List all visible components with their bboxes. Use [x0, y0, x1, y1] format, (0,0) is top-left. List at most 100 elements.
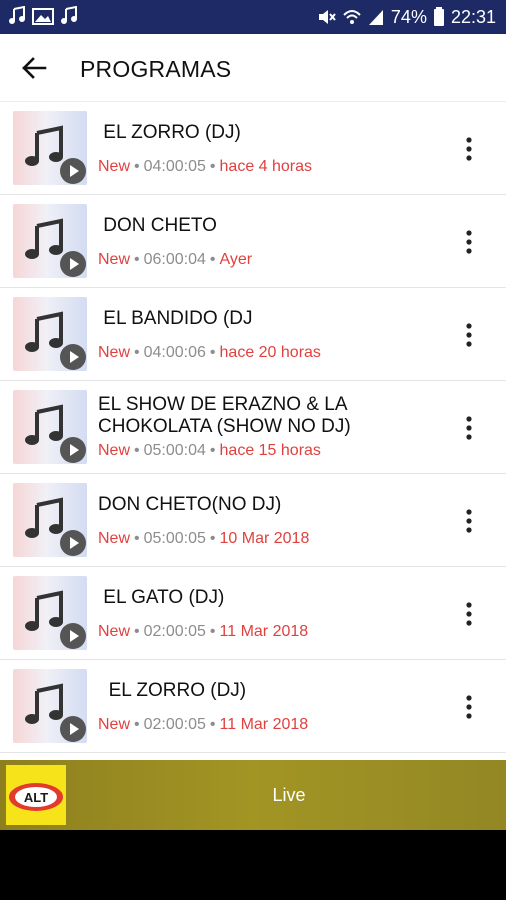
notification-icons	[8, 6, 84, 26]
program-meta: New • 02:00:05 • 11 Mar 2018	[98, 623, 308, 641]
new-badge: New	[98, 716, 131, 733]
more-options-button[interactable]	[454, 504, 484, 538]
program-date: hace 4 horas	[219, 158, 313, 175]
separator-dot: •	[209, 344, 216, 361]
program-thumbnail	[13, 576, 87, 650]
more-options-button[interactable]	[454, 597, 484, 631]
more-options-button[interactable]	[454, 225, 484, 259]
separator-dot: •	[134, 344, 140, 361]
program-title: EL GATO (DJ)	[98, 587, 225, 608]
system-indicators: 74% 22:31	[311, 6, 496, 28]
page-title: PROGRAMAS	[80, 56, 232, 82]
more-options-button[interactable]	[454, 690, 484, 724]
separator-dot: •	[209, 442, 216, 459]
new-badge: New	[98, 530, 131, 547]
list-item[interactable]: DON CHETO(NO DJ) New • 05:00:05 • 10 Mar 201…	[0, 474, 506, 567]
program-date: 11 Mar 2018	[219, 716, 309, 733]
more-vert-icon	[466, 230, 472, 254]
play-icon[interactable]	[59, 529, 87, 557]
list-item[interactable]: EL ZORRO (DJ) New • 02:00:05 • 11 Mar 2018	[0, 660, 506, 753]
more-options-button[interactable]	[454, 411, 484, 445]
program-thumbnail	[13, 297, 87, 371]
play-icon[interactable]	[59, 622, 87, 650]
separator-dot: •	[134, 442, 140, 459]
more-vert-icon	[466, 695, 472, 719]
separator-dot: •	[134, 158, 140, 175]
program-duration: 05:00:05	[143, 530, 206, 547]
new-badge: New	[98, 623, 131, 640]
separator-dot: •	[209, 623, 216, 640]
play-icon[interactable]	[59, 436, 87, 464]
navigation-bar-area	[0, 830, 506, 900]
program-thumbnail	[13, 483, 87, 557]
new-badge: New	[98, 158, 131, 175]
play-icon[interactable]	[59, 715, 87, 743]
play-icon[interactable]	[59, 157, 87, 185]
mute-icon	[318, 10, 336, 24]
program-title: DON CHETO	[98, 215, 217, 236]
separator-dot: •	[134, 530, 140, 547]
program-meta: New • 02:00:05 • 11 Mar 2018	[98, 716, 308, 734]
program-date: hace 20 horas	[219, 344, 321, 361]
clock: 22:31	[450, 6, 496, 27]
program-duration: 06:00:04	[143, 251, 206, 268]
program-duration: 02:00:05	[143, 623, 206, 640]
program-title: DON CHETO(NO DJ)	[98, 494, 282, 515]
program-title: EL ZORRO (DJ)	[98, 680, 247, 701]
program-thumbnail	[13, 204, 87, 278]
battery-icon	[433, 7, 444, 26]
status-bar: 74% 22:31	[0, 0, 506, 34]
now-playing-bar[interactable]: ALT Live	[0, 760, 506, 830]
program-meta: New • 04:00:06 • hace 20 horas	[98, 344, 321, 362]
more-options-button[interactable]	[454, 132, 484, 166]
program-list: EL ZORRO (DJ) New • 04:00:05 • hace 4 horas …	[0, 102, 506, 753]
new-badge: New	[98, 442, 131, 459]
separator-dot: •	[209, 251, 216, 268]
separator-dot: •	[209, 530, 216, 547]
program-date: hace 15 horas	[219, 442, 321, 459]
list-item[interactable]: EL BANDIDO (DJ New • 04:00:06 • hace 20 hora…	[0, 288, 506, 381]
music-note-icon	[9, 6, 25, 24]
signal-icon	[368, 10, 383, 25]
more-vert-icon	[466, 323, 472, 347]
gallery-icon	[32, 8, 54, 25]
program-date: 11 Mar 2018	[219, 623, 309, 640]
program-thumbnail	[13, 390, 87, 464]
list-item[interactable]: EL SHOW DE ERAZNO & LA CHOKOLATA (SHOW N…	[0, 381, 506, 474]
player-label: Live	[272, 785, 306, 805]
more-vert-icon	[466, 602, 472, 626]
play-icon[interactable]	[59, 343, 87, 371]
program-duration: 02:00:05	[143, 716, 206, 733]
separator-dot: •	[134, 623, 140, 640]
app-bar: PROGRAMAS	[0, 34, 506, 102]
program-thumbnail	[13, 111, 87, 185]
program-date: Ayer	[219, 251, 253, 268]
arrow-left-icon	[22, 57, 47, 79]
program-date: 10 Mar 2018	[219, 530, 310, 547]
more-options-button[interactable]	[454, 318, 484, 352]
program-meta: New • 06:00:04 • Ayer	[98, 251, 252, 269]
list-item[interactable]: EL GATO (DJ) New • 02:00:05 • 11 Mar 2018	[0, 567, 506, 660]
program-thumbnail	[13, 669, 87, 743]
program-meta: New • 05:00:05 • 10 Mar 2018	[98, 530, 309, 548]
program-duration: 04:00:06	[143, 344, 206, 361]
list-item[interactable]: DON CHETO New • 06:00:04 • Ayer	[0, 195, 506, 288]
new-badge: New	[98, 251, 131, 268]
music-note-icon	[61, 6, 77, 24]
separator-dot: •	[209, 158, 216, 175]
separator-dot: •	[134, 251, 140, 268]
program-meta: New • 04:00:05 • hace 4 horas	[98, 158, 312, 176]
more-vert-icon	[466, 137, 472, 161]
list-item[interactable]: EL ZORRO (DJ) New • 04:00:05 • hace 4 horas	[0, 102, 506, 195]
more-vert-icon	[466, 509, 472, 533]
wifi-icon	[343, 10, 361, 24]
back-button[interactable]	[12, 46, 56, 90]
program-title: EL SHOW DE ERAZNO & LA CHOKOLATA (SHOW N…	[98, 394, 352, 437]
program-duration: 04:00:05	[143, 158, 206, 175]
program-meta: New • 05:00:04 • hace 15 horas	[98, 442, 321, 460]
program-title: EL BANDIDO (DJ	[98, 308, 253, 329]
play-icon[interactable]	[59, 250, 87, 278]
separator-dot: •	[134, 716, 140, 733]
more-vert-icon	[466, 416, 472, 440]
program-title: EL ZORRO (DJ)	[98, 122, 241, 143]
